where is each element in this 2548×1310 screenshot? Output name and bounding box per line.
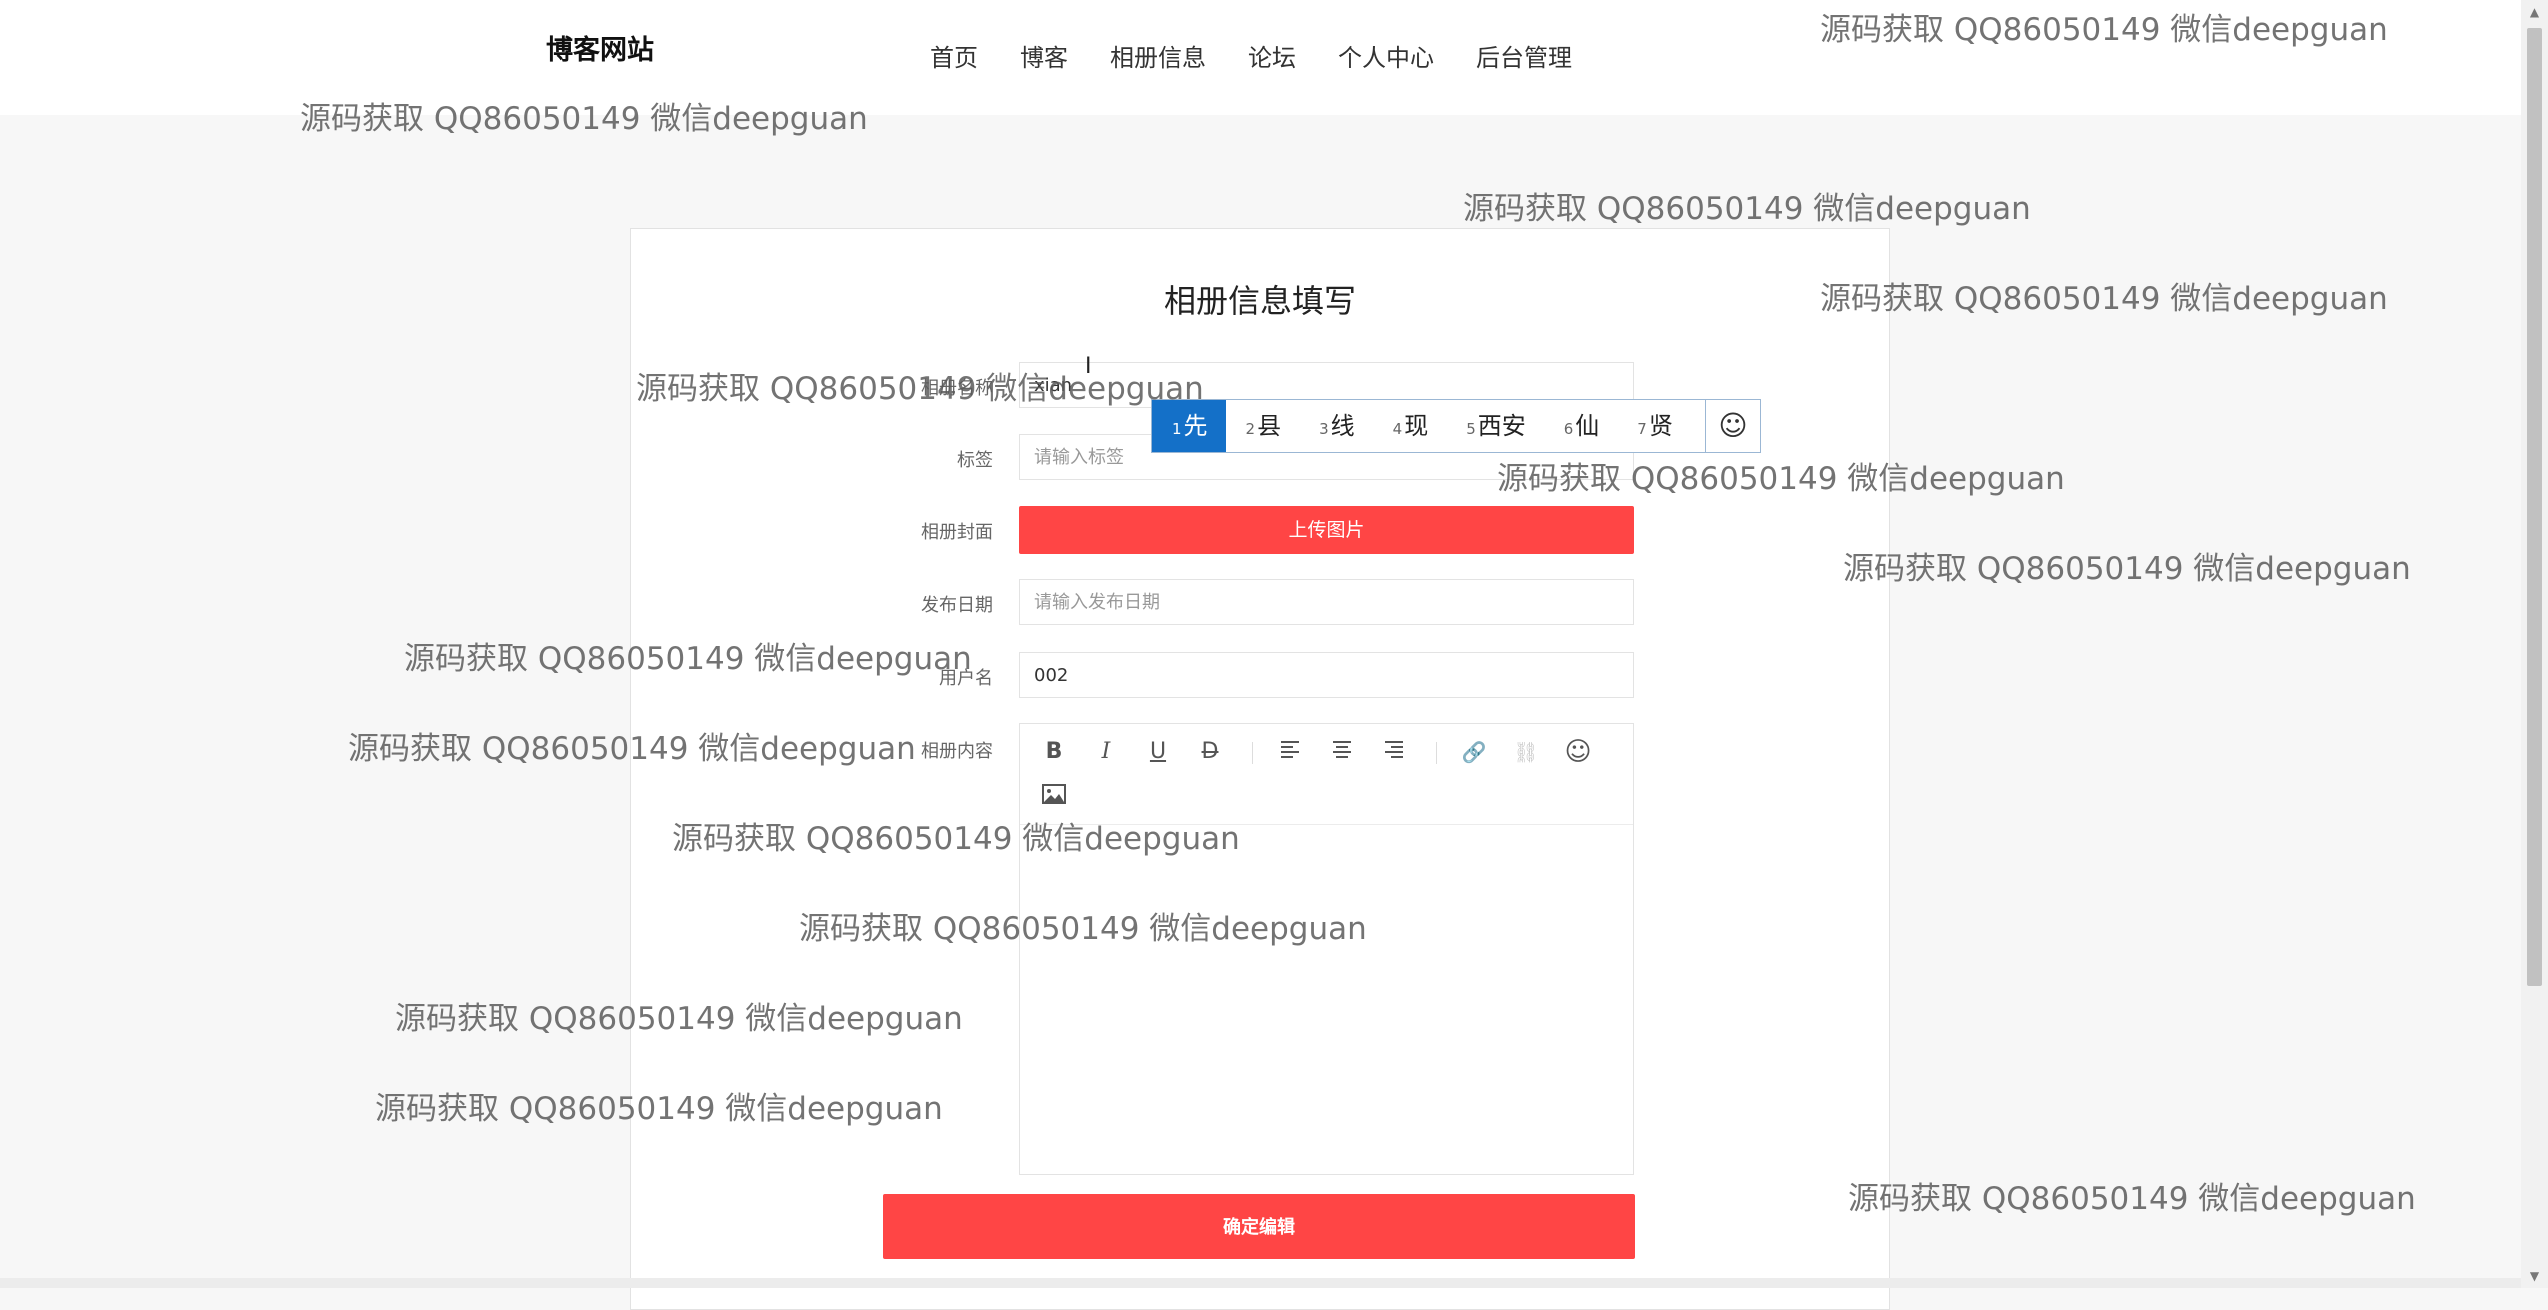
unlink-icon[interactable]: ⛓ <box>1508 734 1544 770</box>
watermark-text: 源码获取 QQ86050149 微信deepguan <box>1820 281 2388 317</box>
ime-candidate[interactable]: 6仙 <box>1544 400 1618 452</box>
rich-text-editor: B I U D 🔗 ⛓ ☺ <box>1019 723 1634 1175</box>
watermark-text: 源码获取 QQ86050149 微信deepguan <box>404 641 972 677</box>
nav-blog[interactable]: 博客 <box>1020 38 1068 73</box>
ime-candidate[interactable]: 5西安 <box>1446 400 1544 452</box>
cover-label: 相册封面 <box>921 522 993 543</box>
toolbar-divider <box>1252 742 1253 764</box>
italic-icon[interactable]: I <box>1088 734 1124 770</box>
nav-home[interactable]: 首页 <box>930 38 978 73</box>
align-left-icon[interactable] <box>1272 734 1308 770</box>
watermark-text: 源码获取 QQ86050149 微信deepguan <box>1497 461 2065 497</box>
watermark-text: 源码获取 QQ86050149 微信deepguan <box>636 371 1204 407</box>
watermark-text: 源码获取 QQ86050149 微信deepguan <box>1843 551 2411 587</box>
tag-label: 标签 <box>957 450 993 471</box>
vertical-scrollbar[interactable]: ▲ ▼ <box>2521 0 2548 1288</box>
watermark-text: 源码获取 QQ86050149 微信deepguan <box>395 1001 963 1037</box>
nav-album[interactable]: 相册信息 <box>1110 38 1206 73</box>
nav-profile[interactable]: 个人中心 <box>1338 38 1434 73</box>
confirm-edit-button[interactable]: 确定编辑 <box>883 1194 1635 1259</box>
watermark-text: 源码获取 QQ86050149 微信deepguan <box>799 911 1367 947</box>
horizontal-scrollbar[interactable] <box>0 1278 2521 1288</box>
publish-date-input[interactable] <box>1019 579 1634 625</box>
scroll-up-icon[interactable]: ▲ <box>2521 0 2548 24</box>
ime-emoji-icon[interactable]: ☺ <box>1705 400 1760 452</box>
nav-admin[interactable]: 后台管理 <box>1476 38 1572 73</box>
strikethrough-icon[interactable]: D <box>1192 734 1228 770</box>
scrollbar-thumb[interactable] <box>2527 28 2542 986</box>
toolbar-divider <box>1436 742 1437 764</box>
link-icon[interactable]: 🔗 <box>1456 734 1492 770</box>
watermark-text: 源码获取 QQ86050149 微信deepguan <box>1463 191 2031 227</box>
editor-content-area[interactable] <box>1020 825 1633 1174</box>
ime-candidate[interactable]: 2县 <box>1226 400 1300 452</box>
site-brand[interactable]: 博客网站 <box>546 28 654 67</box>
ime-candidate[interactable]: 3线 <box>1299 400 1373 452</box>
editor-toolbar: B I U D 🔗 ⛓ ☺ <box>1020 724 1633 825</box>
ime-candidate[interactable]: 4现 <box>1373 400 1447 452</box>
watermark-text: 源码获取 QQ86050149 微信deepguan <box>1820 12 2388 48</box>
ime-candidate-bar: 1先 2县 3线 4现 5西安 6仙 7贤 ☺ <box>1151 399 1761 453</box>
ime-candidate[interactable]: 7贤 <box>1617 400 1691 452</box>
main-nav: 首页 博客 相册信息 论坛 个人中心 后台管理 <box>930 38 1614 73</box>
watermark-text: 源码获取 QQ86050149 微信deepguan <box>348 731 916 767</box>
align-center-icon[interactable] <box>1324 734 1360 770</box>
watermark-text: 源码获取 QQ86050149 微信deepguan <box>300 101 868 137</box>
watermark-text: 源码获取 QQ86050149 微信deepguan <box>375 1091 943 1127</box>
nav-forum[interactable]: 论坛 <box>1248 38 1296 73</box>
image-icon[interactable] <box>1036 780 1072 816</box>
publish-date-label: 发布日期 <box>921 595 993 616</box>
emoji-icon[interactable]: ☺ <box>1560 734 1596 770</box>
bold-icon[interactable]: B <box>1036 734 1072 770</box>
upload-image-button[interactable]: 上传图片 <box>1019 506 1634 554</box>
username-input[interactable] <box>1019 652 1634 698</box>
scroll-down-icon[interactable]: ▼ <box>2521 1264 2548 1288</box>
form-title: 相册信息填写 <box>1163 282 1356 320</box>
underline-icon[interactable]: U <box>1140 734 1176 770</box>
align-right-icon[interactable] <box>1376 734 1412 770</box>
watermark-text: 源码获取 QQ86050149 微信deepguan <box>1848 1181 2416 1217</box>
watermark-text: 源码获取 QQ86050149 微信deepguan <box>672 821 1240 857</box>
